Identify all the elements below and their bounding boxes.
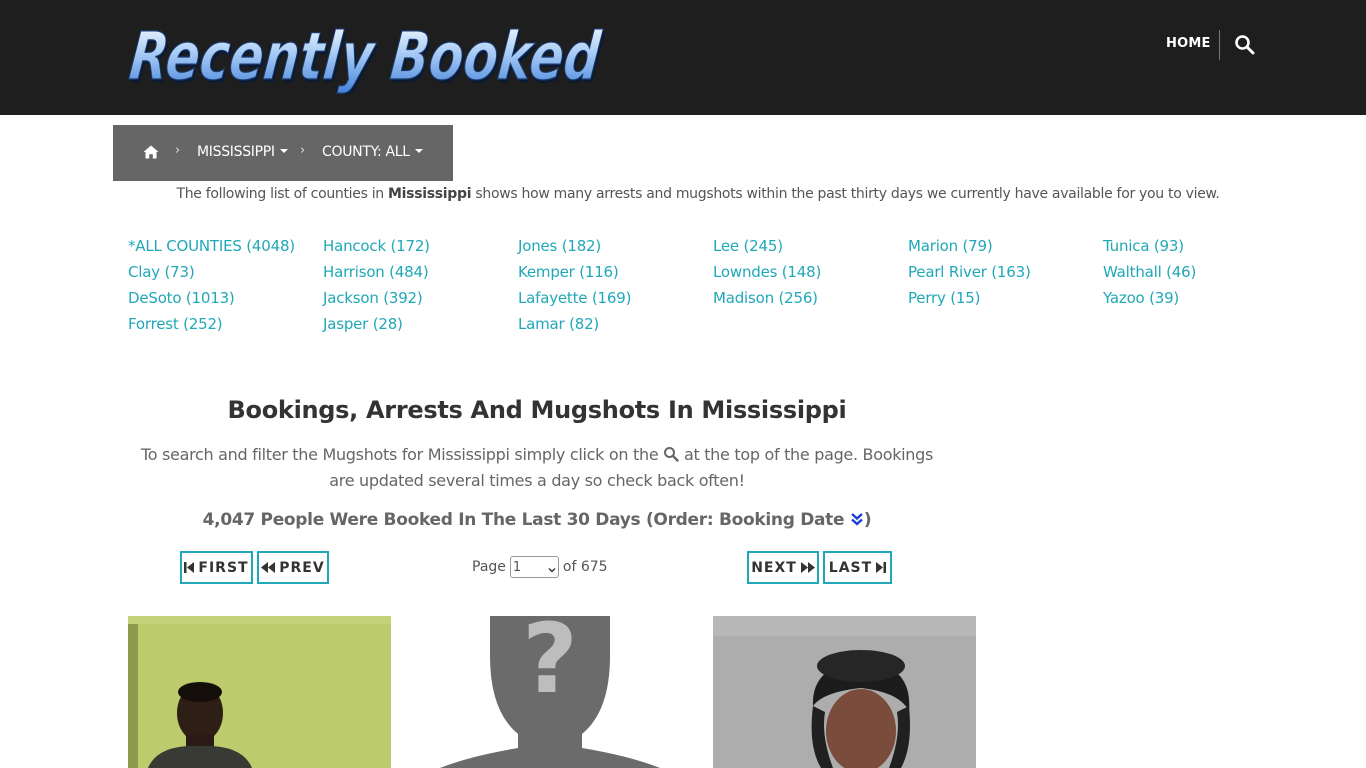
svg-text:Recently Booked: Recently Booked [126,18,604,94]
booking-count: 4,047 People Were Booked In The Last 30 … [128,510,946,530]
county-link[interactable]: Tunica (93) [1103,237,1184,255]
chevron-right-icon: › [175,143,181,158]
county-link[interactable]: Marion (79) [908,237,993,255]
forward-icon [800,562,815,573]
nav-divider [1219,30,1220,60]
page-indicator: Page 1 of 675 [472,556,608,578]
county-link[interactable]: Jackson (392) [323,289,423,307]
county-link[interactable]: Forrest (252) [128,315,223,333]
county-link[interactable]: Lafayette (169) [518,289,631,307]
breadcrumb-county-label: COUNTY: ALL [322,144,410,160]
county-link[interactable]: Lowndes (148) [713,263,821,281]
home-icon[interactable] [143,144,159,160]
chevron-right-icon: › [300,143,306,158]
county-link[interactable]: Hancock (172) [323,237,430,255]
svg-text:?: ? [522,616,578,715]
breadcrumb-county-dropdown[interactable]: COUNTY: ALL [322,144,423,160]
county-link[interactable]: Pearl River (163) [908,263,1031,281]
booking-count-close: ) [863,510,872,530]
backward-icon [261,562,276,573]
intro-before: The following list of counties in [176,186,389,202]
page-title: Bookings, Arrests And Mugshots In Missis… [227,396,847,424]
county-link[interactable]: Jasper (28) [323,315,403,333]
county-link[interactable]: Clay (73) [128,263,195,281]
county-link[interactable]: Harrison (484) [323,263,429,281]
intro-text: The following list of counties in Missis… [0,186,1366,202]
first-label: FIRST [198,559,249,576]
county-link[interactable]: DeSoto (1013) [128,289,235,307]
page-label: Page [472,559,506,575]
county-link[interactable]: Lamar (82) [518,315,599,333]
county-link[interactable]: Yazoo (39) [1103,289,1179,307]
county-link[interactable]: Perry (15) [908,289,980,307]
county-link[interactable]: *ALL COUNTIES (4048) [128,237,295,255]
search-icon[interactable] [1234,34,1256,56]
search-instructions: To search and filter the Mugshots for Mi… [128,442,946,494]
last-label: LAST [828,559,873,576]
nav-home-link[interactable]: HOME [1166,36,1211,51]
county-link[interactable]: Kemper (116) [518,263,619,281]
mugshot-photo[interactable] [128,616,391,768]
intro-after: shows how many arrests and mugshots with… [471,186,1220,202]
step-backward-icon [184,562,195,573]
county-link[interactable]: Jones (182) [518,237,601,255]
prev-page-button[interactable]: PREV [257,551,329,584]
first-page-button[interactable]: FIRST [180,551,253,584]
last-page-button[interactable]: LAST [823,551,892,584]
double-chevron-down-icon[interactable] [850,511,864,526]
booking-count-text: 4,047 People Were Booked In The Last 30 … [202,510,850,530]
county-link[interactable]: Walthall (46) [1103,263,1196,281]
mugshot-placeholder[interactable]: ? [420,616,683,768]
site-logo[interactable]: Recently Booked Recently Booked [126,18,616,94]
next-page-button[interactable]: NEXT [747,551,819,584]
current-page: 1 [512,559,522,575]
mugshot-photo[interactable] [713,616,976,768]
prev-label: PREV [279,559,325,576]
page-select[interactable]: 1 [509,556,559,578]
next-label: NEXT [751,559,797,576]
step-forward-icon [876,562,887,573]
chevron-down-icon [548,563,556,573]
caret-down-icon [279,149,288,153]
breadcrumb-state-label: MISSISSIPPI [197,144,275,160]
county-link[interactable]: Madison (256) [713,289,818,307]
search-icon [663,444,679,462]
desc-before: To search and filter the Mugshots for Mi… [140,445,664,464]
site-header: Recently Booked Recently Booked HOME [0,0,1366,115]
intro-state: Mississippi [388,186,472,202]
breadcrumb: › MISSISSIPPI › COUNTY: ALL [113,125,453,181]
county-link[interactable]: Lee (245) [713,237,783,255]
breadcrumb-state-dropdown[interactable]: MISSISSIPPI [197,144,288,160]
caret-down-icon [414,149,423,153]
page-total: of 675 [562,559,608,575]
